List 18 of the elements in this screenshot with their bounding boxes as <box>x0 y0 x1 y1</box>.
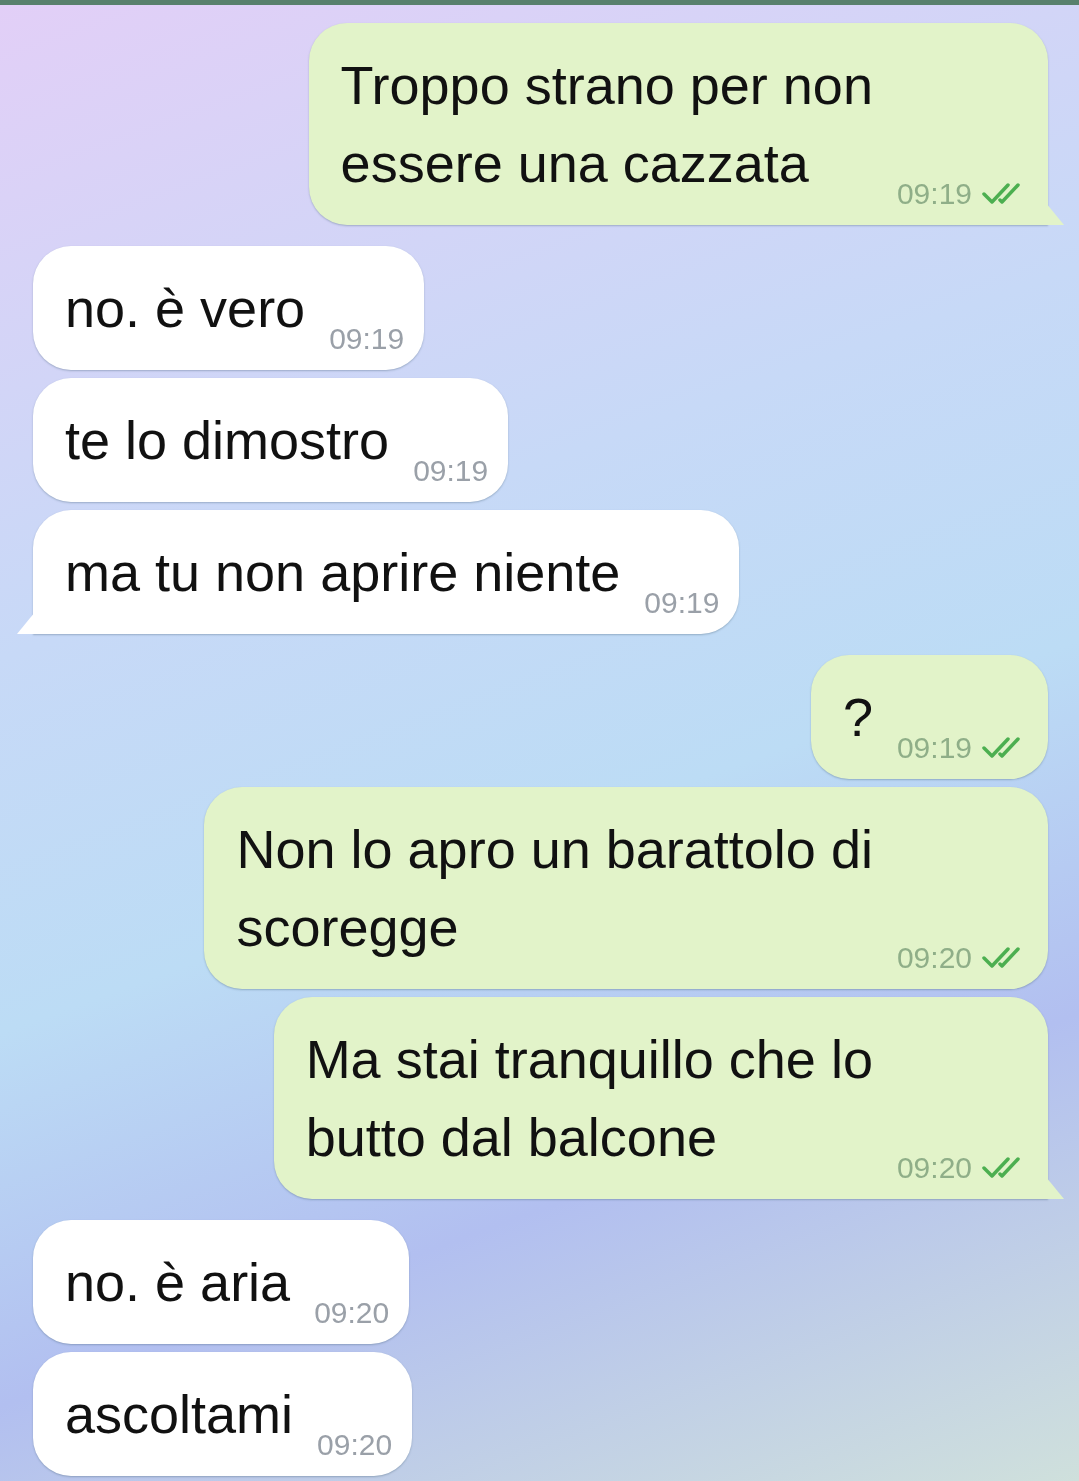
message-text: Ma stai tranquillo che lo butto dal balcone <box>305 1028 873 1169</box>
message-time: 09:19 <box>644 585 720 621</box>
message-time: 09:19 <box>896 730 972 766</box>
message-time: 09:19 <box>413 453 489 489</box>
message-time: 09:20 <box>896 940 972 976</box>
message-time: 09:19 <box>896 176 972 212</box>
message-time: 09:20 <box>317 1427 393 1463</box>
message-text: Non lo apro un barattolo di scoregge <box>236 818 873 959</box>
message-text: ? <box>842 686 873 749</box>
message-time: 09:20 <box>896 1150 972 1186</box>
message-text: no. è aria <box>65 1251 291 1314</box>
message-text: ma tu non aprire niente <box>65 541 621 604</box>
message-text: no. è vero <box>65 277 306 340</box>
message-time: 09:19 <box>329 321 405 357</box>
message-text: ascoltami <box>65 1383 294 1446</box>
message-text: Troppo strano per non essere una cazzata <box>340 54 873 195</box>
message-time: 09:20 <box>314 1295 390 1331</box>
message-text: te lo dimostro <box>65 409 390 472</box>
